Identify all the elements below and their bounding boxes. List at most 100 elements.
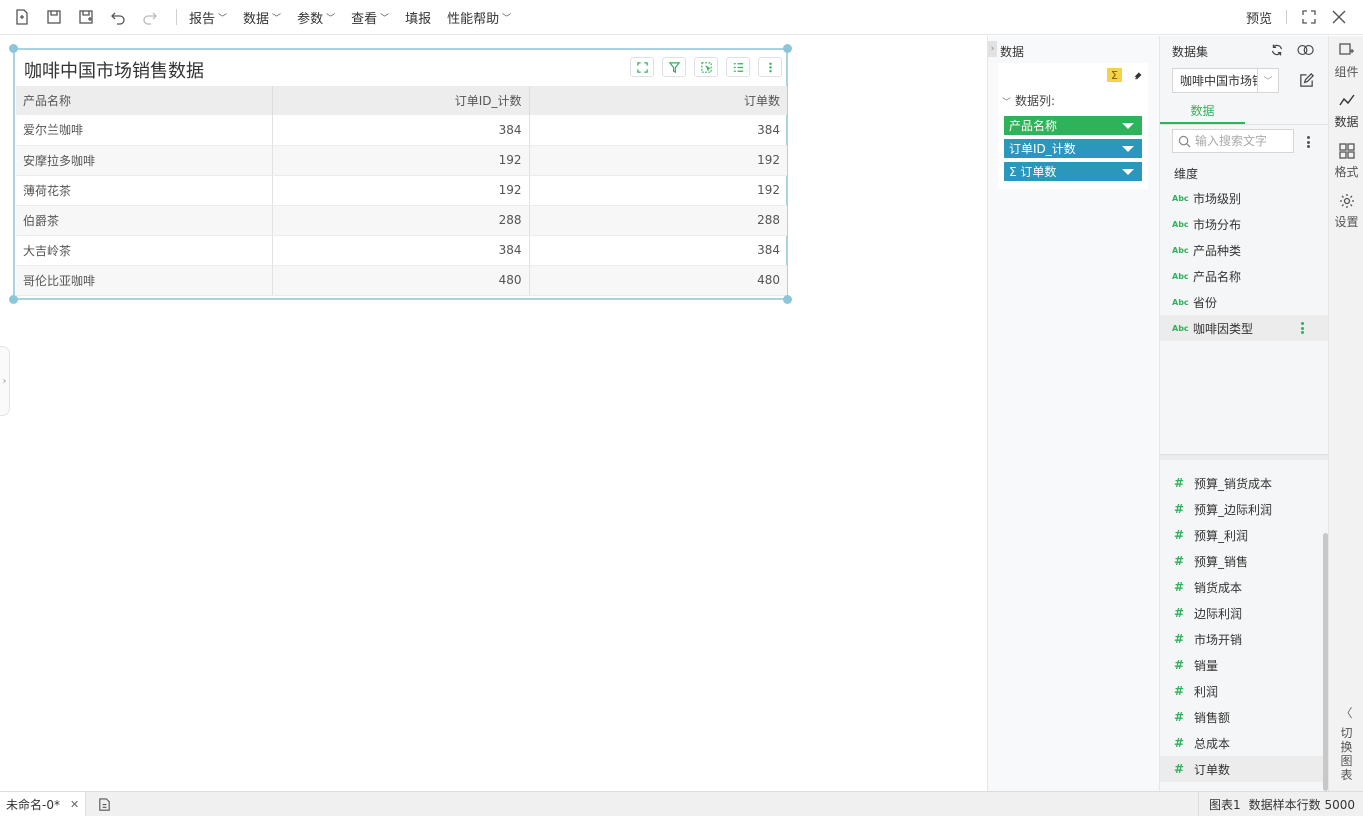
more-options-icon[interactable] xyxy=(1303,134,1313,150)
menu-parameter[interactable]: 参数 ﹀ xyxy=(297,8,335,27)
widget-maximize-icon[interactable] xyxy=(630,57,654,77)
dropdown-caret-icon[interactable] xyxy=(1122,168,1134,175)
field-search[interactable] xyxy=(1172,129,1294,153)
number-type-icon: # xyxy=(1174,580,1185,594)
report-tab[interactable]: 未命名-0* ✕ xyxy=(0,791,87,816)
rail-format[interactable]: 格式 xyxy=(1329,140,1363,188)
table-cell: 192 xyxy=(272,145,530,176)
chevron-down-icon: ﹀ xyxy=(326,13,336,24)
preview-button[interactable]: 预览 xyxy=(1246,8,1272,27)
save-icon[interactable] xyxy=(44,7,64,27)
resize-handle-bottom-right[interactable] xyxy=(783,295,792,304)
measure-field[interactable]: # 预算_销货成本 xyxy=(1160,470,1329,496)
table-row[interactable]: 爱尔兰咖啡 384 384 xyxy=(16,115,787,146)
rail-settings[interactable]: 设置 xyxy=(1329,190,1363,238)
collapse-panel-icon[interactable]: › xyxy=(988,41,997,57)
close-tab-icon[interactable]: ✕ xyxy=(70,798,79,811)
dimension-field[interactable]: Abc 市场分布 xyxy=(1160,211,1329,237)
resize-handle-bottom-left[interactable] xyxy=(9,295,18,304)
search-input[interactable] xyxy=(1195,134,1291,148)
panel-splitter[interactable] xyxy=(1160,454,1329,460)
table-cell: 288 xyxy=(272,205,530,236)
menu-report[interactable]: 报告 ﹀ xyxy=(189,8,227,27)
number-type-icon: # xyxy=(1174,528,1185,542)
table-row[interactable]: 安摩拉多咖啡 192 192 xyxy=(16,145,787,176)
menu-data[interactable]: 数据 ﹀ xyxy=(243,8,281,27)
dimension-field[interactable]: Abc 咖啡因类型 xyxy=(1160,315,1329,341)
table-cell: 384 xyxy=(272,115,530,146)
dropdown-caret-icon[interactable] xyxy=(1122,122,1134,129)
measure-field[interactable]: # 利润 xyxy=(1160,678,1329,704)
toolbar-separator xyxy=(1286,10,1287,24)
number-type-icon: # xyxy=(1174,736,1185,750)
dimension-field[interactable]: Abc 产品种类 xyxy=(1160,237,1329,263)
data-column-pill-order-count[interactable]: Σ 订单数 xyxy=(1004,162,1142,181)
measure-field[interactable]: # 预算_边际利润 xyxy=(1160,496,1329,522)
chevron-down-icon: ﹀ xyxy=(272,13,282,24)
widget-select-icon[interactable] xyxy=(694,57,718,77)
dimension-section-title: 维度 xyxy=(1174,167,1199,181)
undo-icon[interactable] xyxy=(108,7,128,27)
measure-field[interactable]: # 边际利润 xyxy=(1160,600,1329,626)
table-cell: 384 xyxy=(529,235,787,266)
widget-more-icon[interactable] xyxy=(758,57,782,77)
menu-performance-help[interactable]: 性能帮助 ﹀ xyxy=(447,8,511,27)
widget-list-icon[interactable] xyxy=(726,57,750,77)
table-row[interactable]: 薄荷花茶 192 192 xyxy=(16,175,787,206)
menu-view[interactable]: 查看 ﹀ xyxy=(351,8,389,27)
switch-chart-button[interactable]: 〈 切 换 图 表 xyxy=(1329,706,1363,782)
dataset-link-icon[interactable] xyxy=(1295,41,1317,59)
widget-toolbar xyxy=(622,57,782,77)
table-widget[interactable]: 咖啡中国市场销售数据 产品名称 订单ID_计数 订单数 爱尔兰咖啡 384 38… xyxy=(9,44,792,304)
rail-data[interactable]: 数据 xyxy=(1329,90,1363,138)
measure-field[interactable]: # 销货成本 xyxy=(1160,574,1329,600)
edit-dataset-icon[interactable] xyxy=(1297,71,1315,89)
column-header[interactable]: 订单数 xyxy=(529,86,787,115)
dimension-field[interactable]: Abc 产品名称 xyxy=(1160,263,1329,289)
dimension-field[interactable]: Abc 省份 xyxy=(1160,289,1329,315)
chevron-down-icon[interactable]: ﹀ xyxy=(1257,69,1278,92)
field-more-icon[interactable] xyxy=(1297,320,1307,336)
text-type-icon: Abc xyxy=(1172,297,1189,307)
expand-left-panel-icon[interactable]: › xyxy=(0,346,10,416)
toolbar: 报告 ﹀ 数据 ﹀ 参数 ﹀ 查看 ﹀ 填报 性能帮助 ﹀ 预览 xyxy=(0,0,1363,35)
data-columns-section[interactable]: ﹀ 数据列: xyxy=(1002,92,1055,109)
redo-icon[interactable] xyxy=(140,7,160,27)
widget-filter-icon[interactable] xyxy=(662,57,686,77)
data-columns-card: Σ ﹀ 数据列: 产品名称 订单ID_计数 Σ 订单数 xyxy=(998,63,1148,189)
table-row[interactable]: 大吉岭茶 384 384 xyxy=(16,235,787,266)
column-header[interactable]: 产品名称 xyxy=(16,86,273,115)
eraser-icon[interactable] xyxy=(1131,68,1145,82)
column-header[interactable]: 订单ID_计数 xyxy=(272,86,530,115)
measure-field[interactable]: # 预算_利润 xyxy=(1160,522,1329,548)
sum-icon[interactable]: Σ xyxy=(1107,68,1122,82)
grid-icon xyxy=(1338,143,1355,159)
resize-handle-top-left[interactable] xyxy=(9,44,18,53)
document-icon[interactable] xyxy=(94,794,114,814)
measure-field[interactable]: # 市场开销 xyxy=(1160,626,1329,652)
measure-field[interactable]: # 总成本 xyxy=(1160,730,1329,756)
table-row[interactable]: 伯爵茶 288 288 xyxy=(16,205,787,236)
measure-field[interactable]: # 预算_销售 xyxy=(1160,548,1329,574)
menu-fill[interactable]: 填报 xyxy=(405,8,431,27)
refresh-icon[interactable] xyxy=(1268,41,1286,59)
measure-field[interactable]: # 订单数 xyxy=(1160,756,1329,782)
measure-field[interactable]: # 销售额 xyxy=(1160,704,1329,730)
table-row[interactable]: 哥伦比亚咖啡 480 480 xyxy=(16,265,787,296)
data-column-pill-order-id-count[interactable]: 订单ID_计数 xyxy=(1004,139,1142,158)
dimension-field[interactable]: Abc 市场级别 xyxy=(1160,185,1329,211)
resize-handle-top-right[interactable] xyxy=(783,44,792,53)
new-report-icon[interactable] xyxy=(12,7,32,27)
dataset-select[interactable]: 咖啡中国市场销售数据 ﹀ xyxy=(1172,68,1279,93)
number-type-icon: # xyxy=(1174,554,1185,568)
tab-data[interactable]: 数据 xyxy=(1160,98,1245,124)
measure-field[interactable]: # 销量 xyxy=(1160,652,1329,678)
data-column-pill-product-name[interactable]: 产品名称 xyxy=(1004,116,1142,135)
rail-component[interactable]: 组件 xyxy=(1329,40,1363,88)
close-icon[interactable] xyxy=(1329,7,1349,27)
save-as-icon[interactable] xyxy=(76,7,96,27)
dropdown-caret-icon[interactable] xyxy=(1122,145,1134,152)
chevron-down-icon: ﹀ xyxy=(380,13,390,24)
report-canvas[interactable]: › 咖啡中国市场销售数据 产品名称 订单ID_计数 订单数 爱尔兰咖啡 384 … xyxy=(0,36,987,791)
fullscreen-icon[interactable] xyxy=(1299,7,1319,27)
